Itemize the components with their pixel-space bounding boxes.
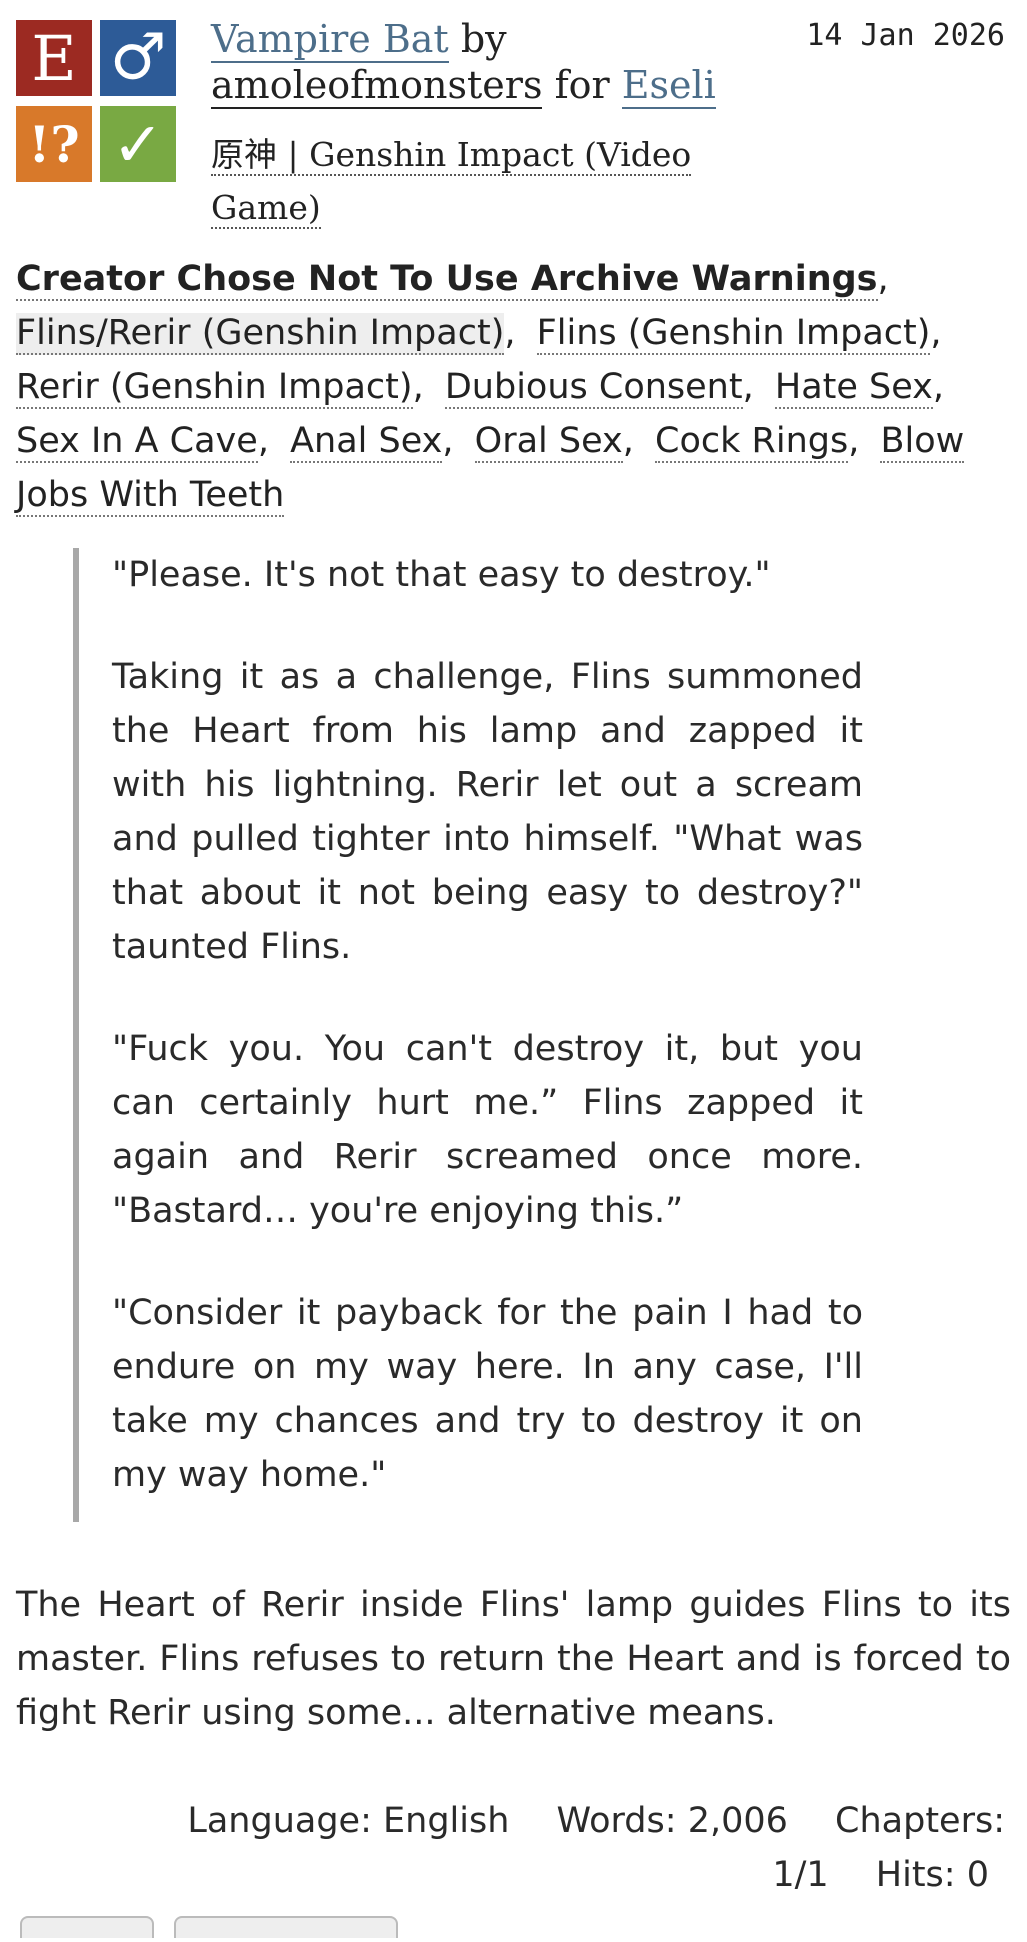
required-tags: E ♂ !? ✓ <box>16 20 178 182</box>
tag-freeform[interactable]: Sex In A Cave <box>16 421 258 463</box>
action-button[interactable] <box>174 1916 398 1938</box>
by-text: by <box>460 17 507 61</box>
category-mm-icon[interactable]: ♂ <box>100 20 176 96</box>
summary-text: The Heart of Rerir inside Flins' lamp gu… <box>16 1585 1011 1733</box>
warning-choose-not-icon[interactable]: !? <box>16 106 92 182</box>
quote-paragraph: "Consider it payback for the pain I had … <box>112 1293 863 1495</box>
fandom-heading: 原神 | Genshin Impact (Video Game) <box>211 128 731 234</box>
rating-explicit-icon[interactable]: E <box>16 20 92 96</box>
summary-blockquote: "Please. It's not that easy to destroy."… <box>73 548 913 1522</box>
tag-freeform[interactable]: Hate Sex <box>774 367 933 409</box>
work-title-link[interactable]: Vampire Bat <box>211 17 449 63</box>
language-label: Language: <box>187 1801 372 1841</box>
quote-paragraph: Taking it as a challenge, Flins summoned… <box>112 657 863 967</box>
tag-warning[interactable]: Creator Chose Not To Use Archive Warning… <box>16 259 878 301</box>
quote-paragraph: "Please. It's not that easy to destroy." <box>112 555 771 595</box>
action-button[interactable] <box>20 1916 154 1938</box>
hits-label: Hits: <box>875 1855 956 1895</box>
hits-value: 0 <box>966 1855 989 1895</box>
complete-check-icon[interactable]: ✓ <box>100 106 176 182</box>
quote-paragraph: "Fuck you. You can't destroy it, but you… <box>112 1029 863 1231</box>
words-value: 2,006 <box>687 1801 788 1841</box>
tag-list: Creator Chose Not To Use Archive Warning… <box>16 259 965 517</box>
tag-freeform[interactable]: Dubious Consent <box>444 367 743 409</box>
tag-relationship[interactable]: Flins/Rerir (Genshin Impact) <box>16 313 505 355</box>
tag-freeform[interactable]: Oral Sex <box>474 421 623 463</box>
chapters-label: Chapters: <box>835 1801 1005 1841</box>
tag-character[interactable]: Rerir (Genshin Impact) <box>16 367 413 409</box>
tag-character[interactable]: Flins (Genshin Impact) <box>536 313 931 355</box>
for-text: for <box>554 63 610 107</box>
tag-freeform[interactable]: Cock Rings <box>655 421 849 463</box>
fandom-link[interactable]: 原神 | Genshin Impact (Video Game) <box>211 135 692 229</box>
chapters-value: 1/1 <box>772 1855 829 1895</box>
author-link[interactable]: amoleofmonsters <box>211 63 543 109</box>
bottom-actions <box>20 1916 418 1942</box>
words-label: Words: <box>556 1801 677 1841</box>
date-published: 14 Jan 2026 <box>806 18 1005 53</box>
tag-freeform[interactable]: Anal Sex <box>290 421 443 463</box>
work-stats: Language: English Words: 2,006 Chapters:… <box>110 1794 1005 1902</box>
language-value: English <box>383 1801 510 1841</box>
work-heading: Vampire Bat by amoleofmonsters for Eseli <box>211 16 731 109</box>
recipient-link[interactable]: Eseli <box>621 63 716 109</box>
work-header: E ♂ !? ✓ Vampire Bat by amoleofmonsters … <box>0 0 1027 250</box>
